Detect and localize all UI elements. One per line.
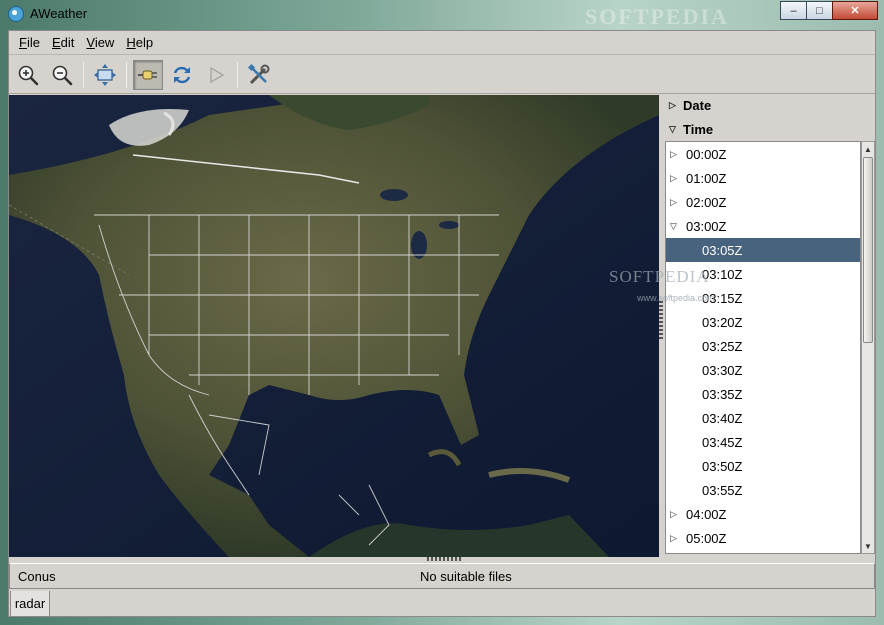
collapsed-arrow-icon[interactable]: ▷ (670, 173, 680, 184)
time-label: 04:00Z (686, 506, 727, 522)
zoom-out-icon (52, 65, 73, 86)
time-row[interactable]: 03:55Z (666, 478, 860, 502)
time-row[interactable]: 03:05Z (666, 238, 860, 262)
status-bar: Conus No suitable files (9, 563, 875, 589)
menu-file[interactable]: File (13, 35, 46, 50)
menu-edit[interactable]: Edit (46, 35, 80, 50)
time-expander[interactable]: ▽ Time (669, 119, 713, 139)
scroll-up-icon[interactable]: ▲ (862, 142, 874, 156)
time-tree-scrollbar[interactable]: ▲ ▼ (861, 141, 875, 554)
time-group-row[interactable]: ▷ 02:00Z (666, 190, 860, 214)
maximize-button[interactable]: □ (806, 1, 833, 20)
collapsed-arrow-icon[interactable]: ▷ (670, 197, 680, 208)
time-row[interactable]: 03:30Z (666, 358, 860, 382)
north-america-map (9, 95, 659, 557)
time-label: 05:00Z (686, 530, 727, 546)
time-label: 03:20Z (702, 314, 743, 330)
toolbar-separator (126, 62, 127, 88)
vertical-splitter-handle[interactable] (659, 301, 663, 341)
plug-icon (138, 70, 157, 80)
zoom-in-button[interactable] (13, 60, 43, 90)
time-row[interactable]: 03:45Z (666, 430, 860, 454)
time-label: 03:00Z (686, 218, 727, 234)
watermark: SOFTPEDIA (585, 4, 729, 29)
time-label: 01:00Z (686, 170, 727, 186)
time-group-row[interactable]: ▷ 05:00Z (666, 526, 860, 550)
app-window: AWeather SOFTPEDIA – □ ✕ File Edit View … (0, 0, 884, 625)
preferences-button[interactable] (244, 60, 274, 90)
app-icon (8, 6, 24, 22)
scroll-down-icon[interactable]: ▼ (862, 539, 874, 553)
expanded-arrow-icon: ▽ (669, 123, 676, 134)
time-row[interactable]: 03:25Z (666, 334, 860, 358)
time-label: 03:30Z (702, 362, 743, 378)
time-row[interactable]: 03:20Z (666, 310, 860, 334)
menu-view[interactable]: View (80, 35, 120, 50)
minimize-button[interactable]: – (780, 1, 807, 20)
menu-bar: File Edit View Help (9, 31, 875, 55)
time-group-row[interactable]: ▽ 03:00Z (666, 214, 860, 238)
refresh-button[interactable] (167, 60, 197, 90)
date-header-label: Date (683, 97, 712, 113)
time-label: 03:50Z (702, 458, 743, 474)
time-row[interactable]: 03:35Z (666, 382, 860, 406)
fit-view-button[interactable] (90, 60, 120, 90)
collapsed-arrow-icon[interactable]: ▷ (670, 149, 680, 160)
status-message: No suitable files (420, 568, 512, 584)
client-area: File Edit View Help ▷ Date ▽ Time ▷ 00:0… (8, 30, 876, 617)
time-row[interactable]: 03:50Z (666, 454, 860, 478)
time-label: 03:55Z (702, 482, 743, 498)
time-tree: ▷ 00:00Z ▷ 01:00Z ▷ 02:00Z ▽ 03:00Z 03:05Z 03:10Z… (665, 141, 861, 554)
time-label: 00:00Z (686, 146, 727, 162)
connect-toggle-button[interactable] (133, 60, 163, 90)
play-icon (210, 66, 225, 84)
globe-map-view[interactable] (9, 95, 659, 557)
time-group-row[interactable]: ▷ 00:00Z (666, 142, 860, 166)
horizontal-splitter-handle[interactable] (427, 557, 463, 561)
collapsed-arrow-icon[interactable]: ▷ (670, 509, 680, 520)
title-bar[interactable]: AWeather SOFTPEDIA – □ ✕ (0, 0, 884, 30)
softpedia-watermark: SOFTPEDIA (609, 267, 710, 286)
zoom-out-button[interactable] (47, 60, 77, 90)
softpedia-url-watermark: www.softpedia.com (637, 293, 715, 303)
date-expander[interactable]: ▷ Date (669, 95, 711, 115)
time-label: 03:35Z (702, 386, 743, 402)
refresh-icon (173, 66, 191, 84)
play-button[interactable] (201, 60, 231, 90)
zoom-in-icon (18, 65, 39, 86)
time-label: 03:05Z (702, 242, 743, 258)
time-label: 03:25Z (702, 338, 743, 354)
time-header-label: Time (683, 121, 714, 137)
collapsed-arrow-icon[interactable]: ▷ (670, 533, 680, 544)
time-group-row[interactable]: ▷ 01:00Z (666, 166, 860, 190)
toolbar-separator (237, 62, 238, 88)
time-label: 03:40Z (702, 410, 743, 426)
time-group-row[interactable]: ▷ 04:00Z (666, 502, 860, 526)
bottom-tab-bar: radar (9, 591, 875, 617)
status-site: Conus (18, 568, 56, 584)
time-label: 03:45Z (702, 434, 743, 450)
time-selection-panel: ▷ Date ▽ Time ▷ 00:00Z ▷ 01:00Z ▷ 02:00Z ▽ 03:0… (665, 95, 875, 557)
menu-help[interactable]: Help (120, 35, 159, 50)
collapsed-arrow-icon: ▷ (669, 99, 676, 110)
settings-tools-icon (247, 63, 270, 85)
toolbar-separator (83, 62, 84, 88)
time-row[interactable]: 03:40Z (666, 406, 860, 430)
fit-view-icon (94, 64, 116, 86)
time-label: 02:00Z (686, 194, 727, 210)
scrollbar-thumb[interactable] (863, 157, 873, 343)
close-button[interactable]: ✕ (832, 1, 878, 20)
toolbar (9, 57, 875, 94)
tab-radar[interactable]: radar (10, 591, 50, 617)
expanded-arrow-icon[interactable]: ▽ (670, 221, 680, 232)
window-title: AWeather (30, 6, 88, 21)
